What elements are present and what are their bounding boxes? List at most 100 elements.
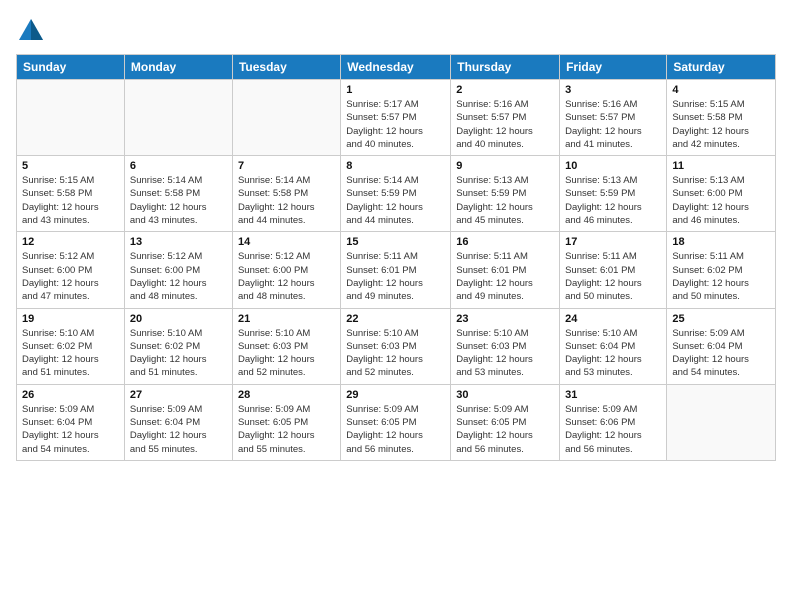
day-number: 16 [456, 236, 554, 248]
day-number: 9 [456, 160, 554, 172]
day-number: 30 [456, 389, 554, 401]
cell-info: Sunrise: 5:12 AM Sunset: 6:00 PM Dayligh… [22, 250, 119, 303]
day-number: 15 [346, 236, 445, 248]
calendar-cell: 18Sunrise: 5:11 AM Sunset: 6:02 PM Dayli… [667, 232, 776, 308]
cell-info: Sunrise: 5:13 AM Sunset: 5:59 PM Dayligh… [456, 174, 554, 227]
calendar-cell [667, 384, 776, 460]
calendar-cell: 25 Sunrise: 5:09 AM Sunset: 6:04 PM Dayli… [667, 308, 776, 384]
day-number: 17 [565, 236, 661, 248]
day-number: 31 [565, 389, 661, 401]
day-number: 12 [22, 236, 119, 248]
calendar-cell: 6 Sunrise: 5:14 AM Sunset: 5:58 PM Daylig… [124, 156, 232, 232]
calendar-table: SundayMondayTuesdayWednesdayThursdayFrid… [16, 54, 776, 461]
cell-info: Sunrise: 5:14 AM Sunset: 5:58 PM Dayligh… [130, 174, 227, 227]
calendar-week-row: 12 Sunrise: 5:12 AM Sunset: 6:00 PM Dayli… [17, 232, 776, 308]
calendar-cell: 21 Sunrise: 5:10 AM Sunset: 6:03 PM Dayli… [232, 308, 340, 384]
weekday-header: Wednesday [341, 55, 451, 80]
calendar-cell: 11 Sunrise: 5:13 AM Sunset: 6:00 PM Dayli… [667, 156, 776, 232]
day-number: 11 [672, 160, 770, 172]
cell-info: Sunrise: 5:10 AM Sunset: 6:03 PM Dayligh… [346, 327, 445, 380]
cell-info: Sunrise: 5:09 AM Sunset: 6:04 PM Dayligh… [130, 403, 227, 456]
calendar-header-row: SundayMondayTuesdayWednesdayThursdayFrid… [17, 55, 776, 80]
cell-info: Sunrise: 5:14 AM Sunset: 5:58 PM Dayligh… [238, 174, 335, 227]
day-number: 23 [456, 313, 554, 325]
day-number: 21 [238, 313, 335, 325]
day-number: 27 [130, 389, 227, 401]
cell-info: Sunrise: 5:13 AM Sunset: 6:00 PM Dayligh… [672, 174, 770, 227]
cell-info: Sunrise: 5:10 AM Sunset: 6:03 PM Dayligh… [238, 327, 335, 380]
cell-info: Sunrise: 5:16 AM Sunset: 5:57 PM Dayligh… [565, 98, 661, 151]
calendar-week-row: 1 Sunrise: 5:17 AM Sunset: 5:57 PM Daylig… [17, 80, 776, 156]
day-number: 20 [130, 313, 227, 325]
calendar-cell: 13 Sunrise: 5:12 AM Sunset: 6:00 PM Dayli… [124, 232, 232, 308]
calendar-cell: 12 Sunrise: 5:12 AM Sunset: 6:00 PM Dayli… [17, 232, 125, 308]
day-number: 2 [456, 84, 554, 96]
logo [16, 16, 50, 46]
day-number: 29 [346, 389, 445, 401]
calendar-cell: 8 Sunrise: 5:14 AM Sunset: 5:59 PM Daylig… [341, 156, 451, 232]
weekday-header: Monday [124, 55, 232, 80]
cell-info: Sunrise: 5:15 AM Sunset: 5:58 PM Dayligh… [672, 98, 770, 151]
calendar-cell: 30 Sunrise: 5:09 AM Sunset: 6:05 PM Dayli… [451, 384, 560, 460]
calendar-week-row: 26 Sunrise: 5:09 AM Sunset: 6:04 PM Dayli… [17, 384, 776, 460]
calendar-week-row: 5 Sunrise: 5:15 AM Sunset: 5:58 PM Daylig… [17, 156, 776, 232]
weekday-header: Saturday [667, 55, 776, 80]
day-number: 6 [130, 160, 227, 172]
cell-info: Sunrise: 5:09 AM Sunset: 6:04 PM Dayligh… [672, 327, 770, 380]
calendar-cell: 4Sunrise: 5:15 AM Sunset: 5:58 PM Daylig… [667, 80, 776, 156]
cell-info: Sunrise: 5:09 AM Sunset: 6:05 PM Dayligh… [346, 403, 445, 456]
calendar-cell: 23 Sunrise: 5:10 AM Sunset: 6:03 PM Dayli… [451, 308, 560, 384]
calendar-cell: 22 Sunrise: 5:10 AM Sunset: 6:03 PM Dayli… [341, 308, 451, 384]
logo-icon [16, 16, 46, 46]
page-header [16, 16, 776, 46]
cell-info: Sunrise: 5:12 AM Sunset: 6:00 PM Dayligh… [130, 250, 227, 303]
calendar-cell: 24Sunrise: 5:10 AM Sunset: 6:04 PM Dayli… [560, 308, 667, 384]
cell-info: Sunrise: 5:13 AM Sunset: 5:59 PM Dayligh… [565, 174, 661, 227]
calendar-cell: 19 Sunrise: 5:10 AM Sunset: 6:02 PM Dayli… [17, 308, 125, 384]
weekday-header: Friday [560, 55, 667, 80]
cell-info: Sunrise: 5:10 AM Sunset: 6:04 PM Dayligh… [565, 327, 661, 380]
calendar-cell: 2 Sunrise: 5:16 AM Sunset: 5:57 PM Daylig… [451, 80, 560, 156]
weekday-header: Thursday [451, 55, 560, 80]
cell-info: Sunrise: 5:17 AM Sunset: 5:57 PM Dayligh… [346, 98, 445, 151]
day-number: 8 [346, 160, 445, 172]
cell-info: Sunrise: 5:14 AM Sunset: 5:59 PM Dayligh… [346, 174, 445, 227]
calendar-cell: 27 Sunrise: 5:09 AM Sunset: 6:04 PM Dayli… [124, 384, 232, 460]
calendar-cell: 26 Sunrise: 5:09 AM Sunset: 6:04 PM Dayli… [17, 384, 125, 460]
calendar-cell: 31Sunrise: 5:09 AM Sunset: 6:06 PM Dayli… [560, 384, 667, 460]
calendar-cell: 15Sunrise: 5:11 AM Sunset: 6:01 PM Dayli… [341, 232, 451, 308]
day-number: 19 [22, 313, 119, 325]
cell-info: Sunrise: 5:10 AM Sunset: 6:02 PM Dayligh… [130, 327, 227, 380]
calendar-cell: 14Sunrise: 5:12 AM Sunset: 6:00 PM Dayli… [232, 232, 340, 308]
calendar-cell [124, 80, 232, 156]
cell-info: Sunrise: 5:16 AM Sunset: 5:57 PM Dayligh… [456, 98, 554, 151]
cell-info: Sunrise: 5:15 AM Sunset: 5:58 PM Dayligh… [22, 174, 119, 227]
calendar-cell: 17 Sunrise: 5:11 AM Sunset: 6:01 PM Dayli… [560, 232, 667, 308]
day-number: 28 [238, 389, 335, 401]
calendar-cell: 1 Sunrise: 5:17 AM Sunset: 5:57 PM Daylig… [341, 80, 451, 156]
cell-info: Sunrise: 5:11 AM Sunset: 6:01 PM Dayligh… [456, 250, 554, 303]
cell-info: Sunrise: 5:10 AM Sunset: 6:02 PM Dayligh… [22, 327, 119, 380]
cell-info: Sunrise: 5:09 AM Sunset: 6:04 PM Dayligh… [22, 403, 119, 456]
calendar-cell [17, 80, 125, 156]
day-number: 5 [22, 160, 119, 172]
day-number: 22 [346, 313, 445, 325]
cell-info: Sunrise: 5:11 AM Sunset: 6:01 PM Dayligh… [565, 250, 661, 303]
day-number: 25 [672, 313, 770, 325]
calendar-cell: 9 Sunrise: 5:13 AM Sunset: 5:59 PM Daylig… [451, 156, 560, 232]
cell-info: Sunrise: 5:09 AM Sunset: 6:05 PM Dayligh… [456, 403, 554, 456]
day-number: 13 [130, 236, 227, 248]
day-number: 10 [565, 160, 661, 172]
day-number: 14 [238, 236, 335, 248]
calendar-cell: 16 Sunrise: 5:11 AM Sunset: 6:01 PM Dayli… [451, 232, 560, 308]
weekday-header: Sunday [17, 55, 125, 80]
weekday-header: Tuesday [232, 55, 340, 80]
calendar-cell: 29 Sunrise: 5:09 AM Sunset: 6:05 PM Dayli… [341, 384, 451, 460]
calendar-week-row: 19 Sunrise: 5:10 AM Sunset: 6:02 PM Dayli… [17, 308, 776, 384]
day-number: 1 [346, 84, 445, 96]
day-number: 26 [22, 389, 119, 401]
cell-info: Sunrise: 5:09 AM Sunset: 6:05 PM Dayligh… [238, 403, 335, 456]
cell-info: Sunrise: 5:10 AM Sunset: 6:03 PM Dayligh… [456, 327, 554, 380]
cell-info: Sunrise: 5:11 AM Sunset: 6:02 PM Dayligh… [672, 250, 770, 303]
calendar-cell [232, 80, 340, 156]
